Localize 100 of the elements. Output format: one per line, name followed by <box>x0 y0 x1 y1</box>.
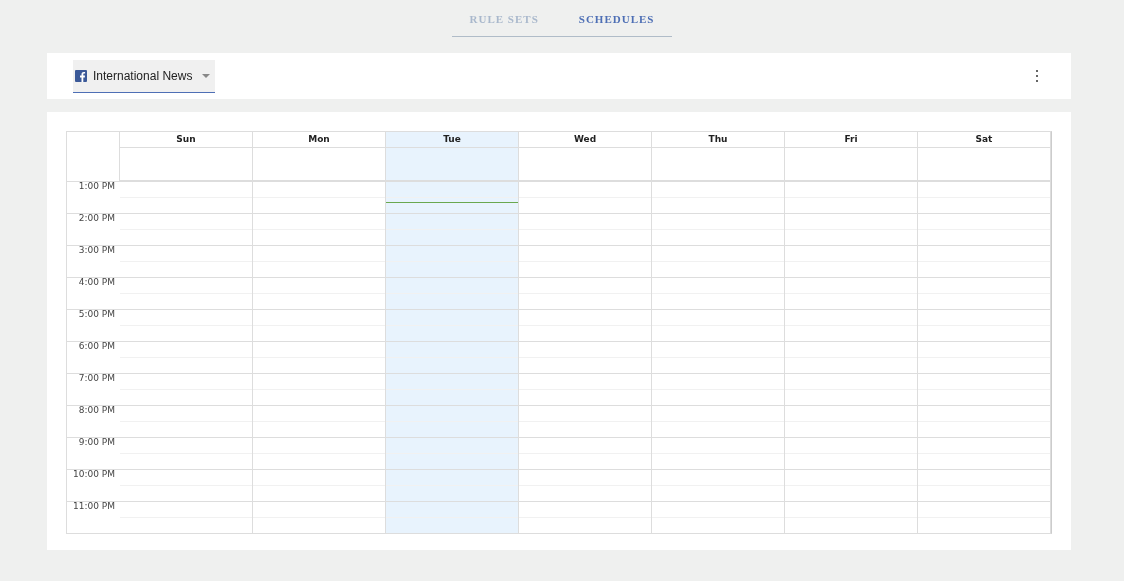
time-slot[interactable] <box>120 341 253 373</box>
time-label: 10:00 PM <box>73 470 115 479</box>
time-slot[interactable] <box>519 213 652 245</box>
time-slot[interactable] <box>519 277 652 309</box>
day-header: Fri <box>785 132 918 148</box>
time-slot[interactable] <box>120 181 253 213</box>
time-label: 11:00 PM <box>73 502 115 511</box>
time-slot[interactable] <box>918 373 1051 405</box>
time-slot[interactable] <box>519 373 652 405</box>
time-label: 9:00 PM <box>78 438 115 447</box>
time-slot[interactable] <box>253 181 386 213</box>
time-label: 5:00 PM <box>78 310 115 319</box>
time-slot[interactable] <box>785 405 918 437</box>
time-slot[interactable] <box>386 213 519 245</box>
time-slot[interactable] <box>253 469 386 501</box>
time-slot[interactable] <box>253 213 386 245</box>
time-label: 7:00 PM <box>78 374 115 383</box>
time-slot[interactable] <box>253 245 386 277</box>
time-slot[interactable] <box>120 437 253 469</box>
time-slot[interactable] <box>652 213 785 245</box>
account-dropdown[interactable]: International News <box>73 59 216 93</box>
time-slot[interactable] <box>652 469 785 501</box>
time-slot[interactable] <box>120 405 253 437</box>
time-slot[interactable] <box>519 437 652 469</box>
time-slot[interactable] <box>785 245 918 277</box>
time-slot[interactable] <box>652 405 785 437</box>
time-slot[interactable] <box>120 309 253 341</box>
time-slot[interactable] <box>519 405 652 437</box>
time-slot[interactable] <box>253 309 386 341</box>
time-slot[interactable] <box>918 181 1051 213</box>
time-slot[interactable] <box>120 373 253 405</box>
time-slot[interactable] <box>785 213 918 245</box>
time-slot[interactable] <box>253 501 386 533</box>
time-slot[interactable] <box>785 469 918 501</box>
time-slot[interactable] <box>918 405 1051 437</box>
time-slot[interactable] <box>652 373 785 405</box>
time-slot[interactable] <box>386 405 519 437</box>
time-slot[interactable] <box>652 245 785 277</box>
time-slot[interactable] <box>918 309 1051 341</box>
time-label: 6:00 PM <box>78 342 115 351</box>
time-slot[interactable] <box>785 277 918 309</box>
time-slot[interactable] <box>386 437 519 469</box>
day-header: Wed <box>519 132 652 148</box>
time-slot[interactable] <box>519 469 652 501</box>
time-label: 3:00 PM <box>78 246 115 255</box>
time-label: 4:00 PM <box>78 278 115 287</box>
time-slot[interactable] <box>120 245 253 277</box>
time-slot[interactable] <box>652 277 785 309</box>
day-header: Thu <box>652 132 785 148</box>
time-slot[interactable] <box>253 437 386 469</box>
time-slot[interactable] <box>120 213 253 245</box>
day-header: Sat <box>918 132 1051 148</box>
time-slot[interactable] <box>785 373 918 405</box>
time-slot[interactable] <box>519 245 652 277</box>
day-header: Tue <box>386 132 519 148</box>
time-slot[interactable] <box>652 501 785 533</box>
time-slot[interactable] <box>253 405 386 437</box>
time-slot[interactable] <box>918 341 1051 373</box>
time-slot[interactable] <box>652 309 785 341</box>
time-slot[interactable] <box>918 245 1051 277</box>
time-slot[interactable] <box>386 373 519 405</box>
time-slot[interactable] <box>918 469 1051 501</box>
time-slot[interactable] <box>386 245 519 277</box>
time-slot[interactable] <box>386 309 519 341</box>
time-slot[interactable] <box>386 277 519 309</box>
time-slot[interactable] <box>386 501 519 533</box>
caret-icon <box>202 73 211 78</box>
time-slot[interactable] <box>785 181 918 213</box>
time-slot[interactable] <box>120 469 253 501</box>
time-slot[interactable] <box>785 437 918 469</box>
time-slot[interactable] <box>519 309 652 341</box>
time-slot[interactable] <box>785 501 918 533</box>
time-slot[interactable] <box>386 341 519 373</box>
time-slot[interactable] <box>253 277 386 309</box>
time-slot[interactable] <box>253 341 386 373</box>
time-slot[interactable] <box>652 181 785 213</box>
time-slot[interactable] <box>519 501 652 533</box>
day-header: Mon <box>253 132 386 148</box>
time-slot[interactable] <box>918 213 1051 245</box>
time-slot[interactable] <box>785 341 918 373</box>
facebook-icon <box>75 69 87 82</box>
day-header: Sun <box>120 132 253 148</box>
time-slot[interactable] <box>785 309 918 341</box>
time-label: 1:00 PM <box>78 182 115 191</box>
time-slot[interactable] <box>120 501 253 533</box>
more-icon[interactable] <box>1035 70 1039 82</box>
tab[interactable]: SCHEDULES <box>558 6 675 36</box>
time-slot[interactable] <box>652 437 785 469</box>
time-slot[interactable] <box>120 277 253 309</box>
time-slot[interactable] <box>253 373 386 405</box>
time-slot[interactable] <box>386 469 519 501</box>
time-slot[interactable] <box>918 437 1051 469</box>
time-slot[interactable] <box>652 341 785 373</box>
time-slot[interactable] <box>918 277 1051 309</box>
time-label: 8:00 PM <box>78 406 115 415</box>
time-slot[interactable] <box>519 341 652 373</box>
time-slot[interactable] <box>519 181 652 213</box>
time-slot[interactable] <box>918 501 1051 533</box>
time-slot[interactable] <box>386 181 519 213</box>
time-label: 2:00 PM <box>78 214 115 223</box>
